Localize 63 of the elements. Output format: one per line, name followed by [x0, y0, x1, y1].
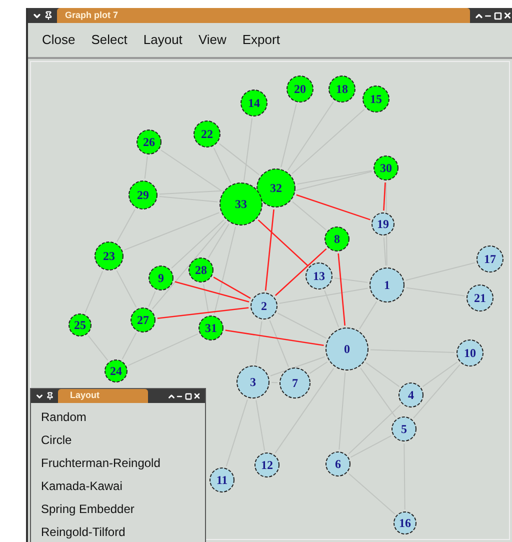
graph-node[interactable]: 12 — [254, 452, 280, 478]
graph-node[interactable]: 0 — [326, 328, 368, 370]
graph-node[interactable]: 16 — [394, 512, 416, 534]
graph-node[interactable]: 27 — [130, 308, 156, 332]
graph-node[interactable]: 30 — [374, 156, 398, 180]
graph-node[interactable]: 4 — [398, 382, 424, 408]
graph-node[interactable]: 20 — [286, 76, 314, 102]
graph-node[interactable]: 7 — [280, 368, 310, 398]
graph-node[interactable]: 2 — [250, 292, 278, 320]
graph-node[interactable]: 25 — [68, 314, 92, 336]
graph-node[interactable]: 1 — [370, 268, 404, 302]
layout-option[interactable]: Spring Embedder — [31, 497, 205, 520]
layout-option[interactable]: Circle — [31, 428, 205, 451]
graph-node[interactable]: 24 — [104, 360, 128, 382]
maximize-icon[interactable] — [167, 392, 176, 400]
graph-node[interactable]: 14 — [240, 90, 268, 116]
graph-node[interactable]: 18 — [328, 76, 356, 102]
graph-edge — [88, 335, 108, 361]
menu-item[interactable]: Export — [236, 30, 286, 50]
graph-node[interactable]: 9 — [148, 266, 174, 290]
graph-node[interactable]: 10 — [456, 340, 484, 366]
menu-item[interactable]: Close — [36, 30, 82, 50]
close-icon[interactable] — [503, 11, 512, 20]
menu-item[interactable]: View — [192, 30, 232, 50]
window-title: Graph plot 7 — [65, 8, 118, 22]
graph-node[interactable]: 26 — [136, 130, 162, 154]
graph-node[interactable]: 15 — [362, 86, 390, 112]
pin-icon[interactable] — [46, 392, 54, 400]
graph-node[interactable]: 21 — [466, 284, 494, 312]
graph-node[interactable]: 11 — [210, 468, 234, 492]
graph-node[interactable]: 22 — [194, 120, 220, 148]
graph-node[interactable]: 17 — [476, 246, 504, 272]
graph-edge — [226, 399, 248, 467]
graph-node[interactable]: 29 — [128, 180, 158, 210]
graph-node[interactable]: 5 — [392, 416, 416, 442]
window-title: Layout — [70, 389, 100, 402]
graph-node[interactable]: 19 — [372, 212, 394, 236]
close-icon[interactable] — [193, 392, 201, 400]
graph-edge — [256, 400, 266, 452]
graph-edge — [405, 262, 476, 281]
pin-icon[interactable] — [44, 11, 53, 20]
layout-option[interactable]: Fruchterman-Reingold — [31, 451, 205, 474]
menu-item[interactable]: Select — [85, 30, 134, 50]
layout-option[interactable]: Random — [31, 405, 205, 428]
graph-node[interactable]: 3 — [236, 366, 270, 398]
graph-node[interactable]: 13 — [306, 262, 332, 290]
graph-node[interactable]: 28 — [188, 258, 214, 282]
graph-edge — [406, 287, 466, 296]
graph-node[interactable]: 31 — [198, 316, 224, 340]
layout-option[interactable]: Kamada-Kawai — [31, 474, 205, 497]
menu-item[interactable]: Layout — [137, 30, 188, 50]
menu-icon[interactable] — [35, 392, 44, 400]
graph-edge — [348, 473, 396, 515]
restore-icon[interactable] — [494, 12, 502, 20]
graph-node[interactable]: 8 — [324, 226, 350, 252]
graph-node[interactable]: 33 — [220, 182, 262, 226]
graph-node[interactable]: 6 — [326, 452, 350, 476]
graph-node[interactable]: 32 — [256, 168, 296, 208]
restore-icon[interactable] — [185, 392, 192, 400]
graph-edge — [116, 270, 137, 308]
graph-node[interactable]: 23 — [94, 242, 124, 270]
layout-option[interactable]: Reingold-Tilford — [31, 520, 205, 542]
graph-edge — [84, 270, 104, 314]
